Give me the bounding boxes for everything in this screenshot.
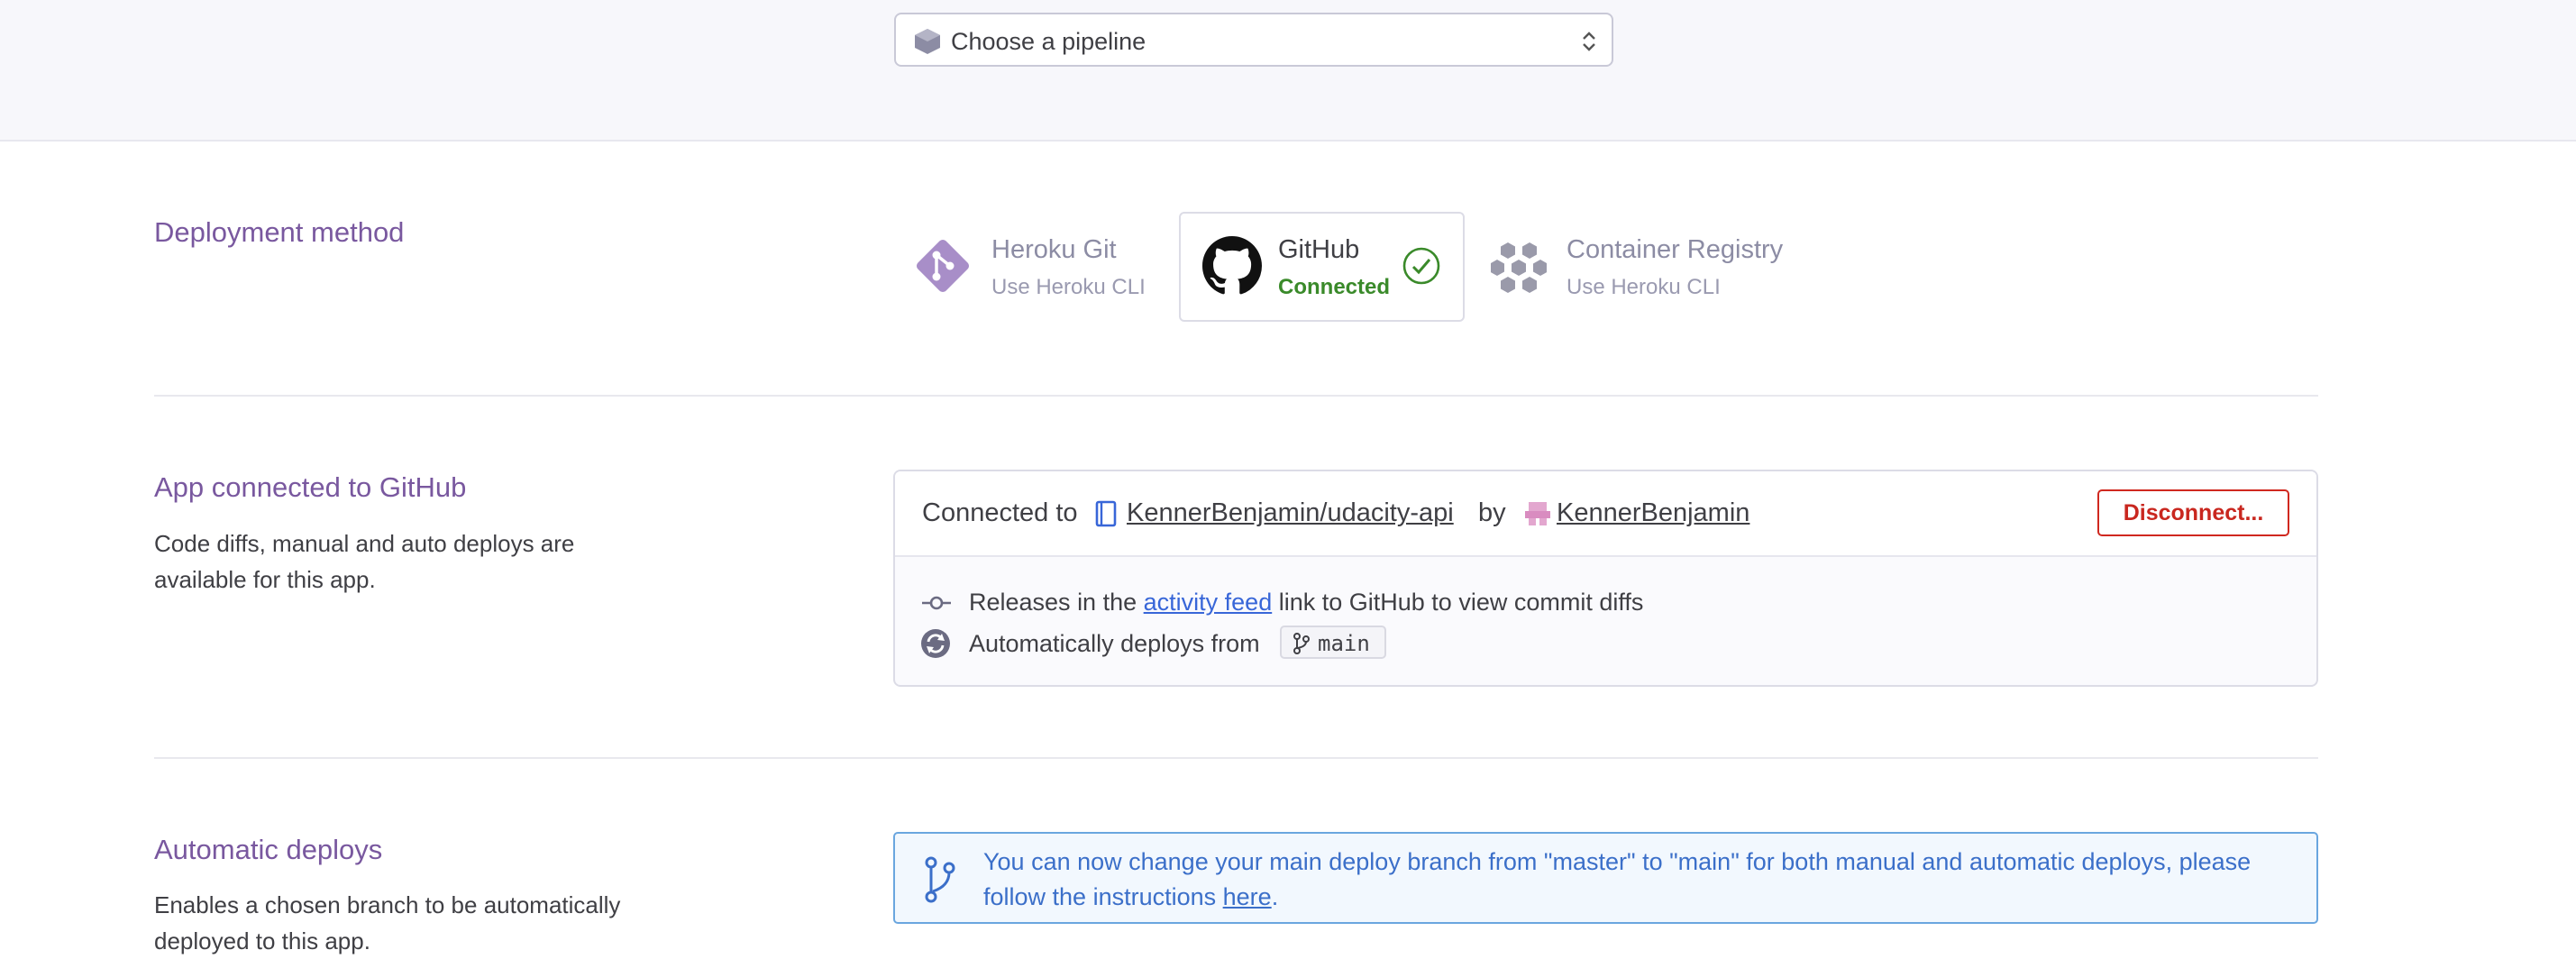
check-circle-icon bbox=[1402, 247, 1440, 285]
container-registry-icon bbox=[1491, 242, 1547, 293]
section-divider bbox=[154, 395, 2318, 397]
section-divider bbox=[154, 757, 2318, 759]
method-container-registry[interactable]: Container Registry Use Heroku CLI bbox=[1487, 212, 1830, 322]
github-connection-card: Connected to KennerBenjamin/udacity-api … bbox=[893, 470, 2318, 687]
notice-text: You can now change your main deploy bran… bbox=[983, 845, 2299, 915]
method-heroku-git[interactable]: Heroku Git Use Heroku CLI bbox=[909, 212, 1179, 322]
by-label: by bbox=[1478, 498, 1506, 527]
connected-to-label: Connected to bbox=[922, 498, 1078, 527]
method-subtitle: Use Heroku CLI bbox=[991, 275, 1146, 299]
branch-icon bbox=[925, 856, 955, 903]
notice-message: You can now change your main deploy bran… bbox=[983, 848, 2252, 910]
pipeline-icon bbox=[915, 29, 940, 54]
auto-deploys-label: Automatically deploys from bbox=[969, 630, 1260, 657]
repo-link[interactable]: KennerBenjamin/udacity-api bbox=[1127, 497, 1454, 529]
notice-end: . bbox=[1271, 883, 1279, 910]
method-name: Heroku Git bbox=[991, 235, 1117, 264]
automatic-deploys-description: Enables a chosen branch to be automatica… bbox=[154, 891, 621, 954]
branch-chip: main bbox=[1280, 626, 1386, 659]
branch-change-notice: You can now change your main deploy bran… bbox=[893, 832, 2318, 924]
automatic-deploys-title: Automatic deploys bbox=[154, 834, 383, 865]
connection-header: Connected to KennerBenjamin/udacity-api … bbox=[895, 471, 2316, 557]
disconnect-button[interactable]: Disconnect... bbox=[2097, 489, 2289, 536]
method-github[interactable]: GitHub Connected bbox=[1179, 212, 1465, 322]
user-link[interactable]: KennerBenjamin bbox=[1557, 497, 1749, 529]
branch-name: main bbox=[1318, 631, 1370, 656]
pipeline-select-label: Choose a pipeline bbox=[951, 28, 1146, 55]
method-subtitle: Use Heroku CLI bbox=[1567, 275, 1721, 299]
sync-icon bbox=[921, 629, 950, 658]
app-connected-description: Code diffs, manual and auto deploys are … bbox=[154, 530, 575, 593]
releases-row: Releases in the activity feed link to Gi… bbox=[969, 587, 1643, 617]
deployment-method-title: Deployment method bbox=[154, 216, 405, 248]
method-subtitle: Connected bbox=[1278, 275, 1391, 299]
releases-prefix: Releases in the bbox=[969, 589, 1137, 616]
user-avatar-icon bbox=[1525, 502, 1550, 525]
method-name: Container Registry bbox=[1567, 235, 1784, 264]
activity-feed-link[interactable]: activity feed bbox=[1144, 589, 1273, 616]
app-connected-title: App connected to GitHub bbox=[154, 471, 467, 503]
instructions-link[interactable]: here bbox=[1223, 883, 1272, 910]
method-name: GitHub bbox=[1278, 235, 1360, 264]
chevron-updown-icon bbox=[1583, 32, 1595, 51]
github-icon bbox=[1202, 236, 1262, 295]
commit-icon bbox=[922, 596, 951, 610]
releases-suffix: link to GitHub to view commit diffs bbox=[1278, 589, 1644, 616]
branch-icon bbox=[1293, 633, 1310, 654]
git-icon bbox=[916, 239, 970, 293]
pipeline-select[interactable]: Choose a pipeline bbox=[894, 13, 1613, 67]
repo-icon bbox=[1095, 500, 1117, 527]
